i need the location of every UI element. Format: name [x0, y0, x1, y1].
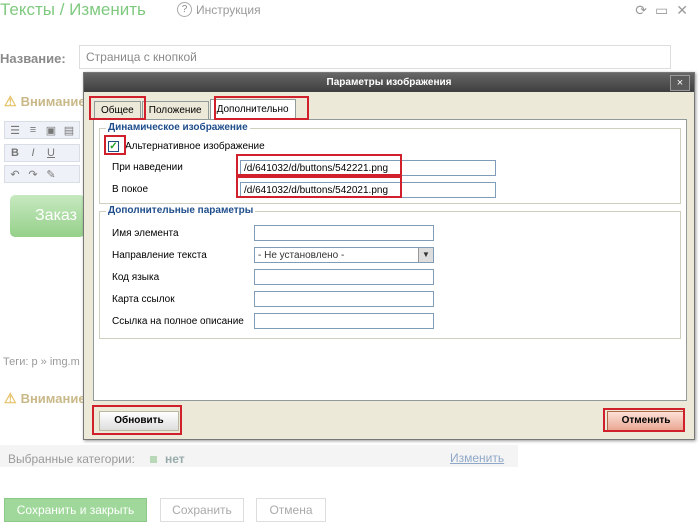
help-link[interactable]: ? Инструкция [177, 2, 261, 17]
name-label: Название: [0, 51, 66, 66]
numbered-list-icon[interactable]: ≡ [26, 124, 40, 136]
tab-panel: Динамическое изображение ✓ Альтернативно… [93, 119, 687, 401]
help-icon: ? [177, 2, 192, 17]
warning-notice-2: ⚠ Внимание [4, 390, 86, 406]
extra-params-section: Дополнительные параметры Имя элемента На… [99, 205, 681, 339]
warning-notice: ⚠ Внимание [4, 93, 86, 109]
redo-icon[interactable]: ↷ [26, 168, 40, 181]
tags-path: Теги: p » img.m [3, 356, 80, 368]
text-direction-select[interactable]: - Не установлено - ▼ [254, 247, 434, 263]
categories-value: нет [150, 452, 185, 466]
bold-button[interactable]: B [8, 147, 22, 159]
dialog-cancel-button[interactable]: Отменить [607, 411, 685, 431]
lang-code-input[interactable] [254, 269, 434, 285]
link-map-label: Карта ссылок [112, 294, 175, 305]
hover-label: При наведении [112, 162, 183, 173]
editor-toolbar-row-3: ↶ ↷ ✎ [4, 165, 80, 183]
editor-toolbar-row-2: B I U [4, 144, 80, 162]
cancel-button[interactable]: Отмена [256, 498, 326, 522]
text-direction-value: - Не установлено - [258, 250, 345, 261]
undo-icon[interactable]: ↶ [8, 168, 22, 181]
tab-general[interactable]: Общее [94, 101, 141, 119]
long-desc-label: Ссылка на полное описание [112, 316, 244, 327]
hover-image-input[interactable]: /d/641032/d/buttons/542221.png [240, 160, 496, 176]
underline-button[interactable]: U [44, 147, 58, 159]
idle-label: В покое [112, 184, 149, 195]
close-icon[interactable]: ✕ [676, 2, 688, 19]
dialog-close-button[interactable]: × [670, 75, 690, 91]
name-input[interactable]: Страница с кнопкой [79, 45, 671, 69]
extra-params-legend: Дополнительные параметры [106, 205, 256, 216]
update-button[interactable]: Обновить [99, 411, 179, 431]
lang-code-label: Код языка [112, 272, 160, 283]
text-direction-label: Направление текста [112, 250, 207, 261]
page-title: Тексты / Изменить [0, 0, 146, 19]
insert-image-icon[interactable]: ▣ [44, 124, 58, 137]
editor-toolbar-row-1: ☰ ≡ ▣ ▤ [4, 121, 80, 139]
element-name-label: Имя элемента [112, 228, 179, 239]
button-preview[interactable]: Заказ [10, 195, 85, 237]
idle-image-input[interactable]: /d/641032/d/buttons/542021.png [240, 182, 496, 198]
save-and-close-button[interactable]: Сохранить и закрыть [4, 498, 147, 522]
tab-position[interactable]: Положение [141, 101, 209, 119]
link-map-input[interactable] [254, 291, 434, 307]
dynamic-image-legend: Динамическое изображение [106, 122, 250, 133]
image-properties-dialog: Параметры изображения × Общее Положение … [83, 72, 695, 440]
dropdown-arrow-icon[interactable]: ▼ [418, 248, 433, 262]
alt-image-checkbox[interactable]: ✓ [108, 141, 119, 152]
maximize-icon[interactable]: ▭ [655, 2, 668, 19]
element-name-input[interactable] [254, 225, 434, 241]
save-button[interactable]: Сохранить [160, 498, 244, 522]
dynamic-image-section: Динамическое изображение ✓ Альтернативно… [99, 122, 681, 204]
warning-icon: ⚠ [4, 93, 17, 109]
long-desc-input[interactable] [254, 313, 434, 329]
warning-icon: ⚠ [4, 390, 17, 406]
italic-button[interactable]: I [26, 147, 40, 159]
alt-image-label: Альтернативное изображение [125, 141, 265, 152]
refresh-icon[interactable]: ⟳ [635, 2, 647, 19]
tab-advanced[interactable]: Дополнительно [209, 99, 296, 119]
dialog-tabs: Общее Положение Дополнительно [94, 99, 297, 119]
insert-link-icon[interactable]: ▤ [62, 124, 76, 137]
brush-icon[interactable]: ✎ [44, 168, 58, 181]
help-label: Инструкция [196, 2, 261, 17]
categories-change-link[interactable]: Изменить [450, 451, 504, 465]
categories-label: Выбранные категории: [8, 452, 135, 466]
dialog-title: Параметры изображения [84, 73, 694, 92]
folder-icon [150, 455, 157, 463]
window-controls: ⟳ ▭ ✕ [635, 2, 688, 19]
list-icon[interactable]: ☰ [8, 124, 22, 137]
